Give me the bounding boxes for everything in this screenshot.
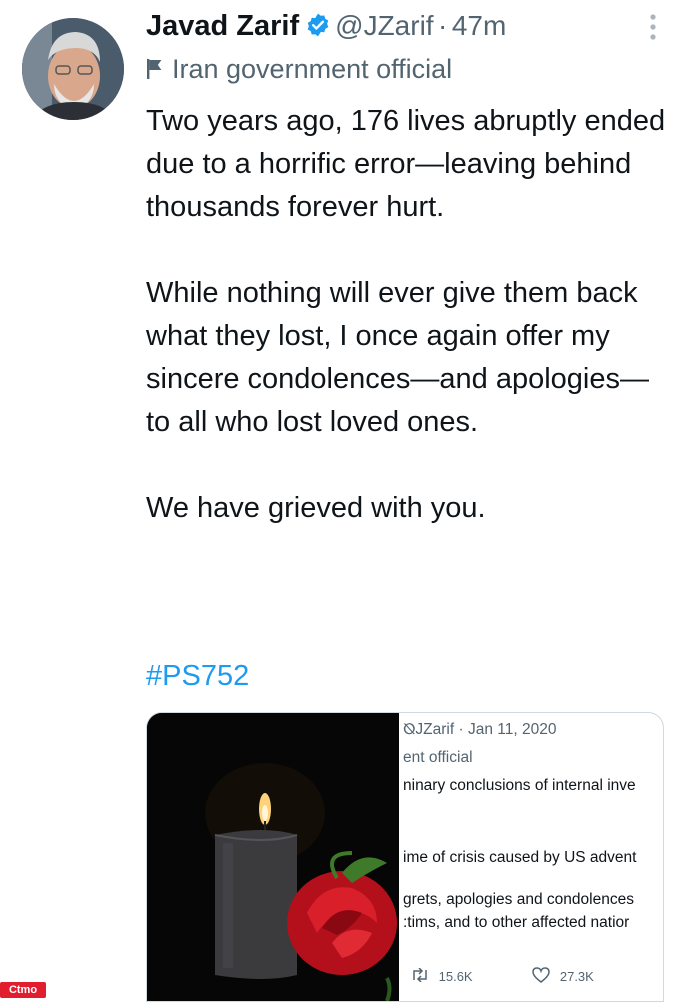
avatar-portrait	[22, 18, 124, 120]
quoted-tweet-stats: 15.6K 27.3K	[411, 967, 594, 986]
retweet-count: 15.6K	[438, 969, 473, 984]
author-handle[interactable]: @JZarif	[335, 10, 433, 41]
tweet-paragraph-1: Two years ago, 176 lives abruptly ended …	[146, 105, 666, 223]
author-name[interactable]: Javad Zarif	[146, 10, 299, 42]
like-icon[interactable]	[532, 967, 550, 986]
tweet-text: Two years ago, 176 lives abruptly ended …	[146, 100, 666, 530]
candle-rose-image	[147, 713, 399, 1001]
government-label-text: Iran government official	[172, 54, 453, 84]
separator-dot: ·	[438, 10, 448, 41]
retweet-icon[interactable]	[411, 967, 429, 985]
flag-icon	[147, 59, 162, 79]
quoted-tweet-line: ninary conclusions of internal inve	[403, 777, 636, 794]
tweet-time[interactable]: 47m	[452, 10, 506, 41]
quoted-tweet-content: ⦰JZarif · Jan 11, 2020 ent official nina…	[399, 713, 663, 1001]
tweet-paragraph-3: We have grieved with you.	[146, 492, 486, 524]
verified-badge-icon	[305, 12, 331, 43]
quoted-tweet-line: grets, apologies and condolences	[403, 891, 634, 908]
avatar[interactable]	[22, 18, 124, 120]
quoted-tweet-card[interactable]: ⦰JZarif · Jan 11, 2020 ent official nina…	[146, 712, 664, 1002]
quoted-tweet-line: ime of crisis caused by US advent	[403, 849, 637, 866]
hashtag-link[interactable]: #PS752	[146, 660, 249, 693]
like-count: 27.3K	[559, 969, 594, 984]
more-options-icon[interactable]	[648, 12, 658, 42]
tweet-header: Javad Zarif @JZarif · 47m	[146, 10, 634, 54]
quoted-tweet-header: ⦰JZarif · Jan 11, 2020	[403, 721, 557, 738]
watermark-logo: Ctmo	[0, 982, 46, 998]
quoted-tweet-line: :tims, and to other affected natior	[403, 914, 630, 931]
quoted-tweet-label: ent official	[403, 749, 473, 766]
tweet-paragraph-2: While nothing will ever give them back w…	[146, 277, 649, 438]
government-label[interactable]: Iran government official	[146, 54, 452, 85]
